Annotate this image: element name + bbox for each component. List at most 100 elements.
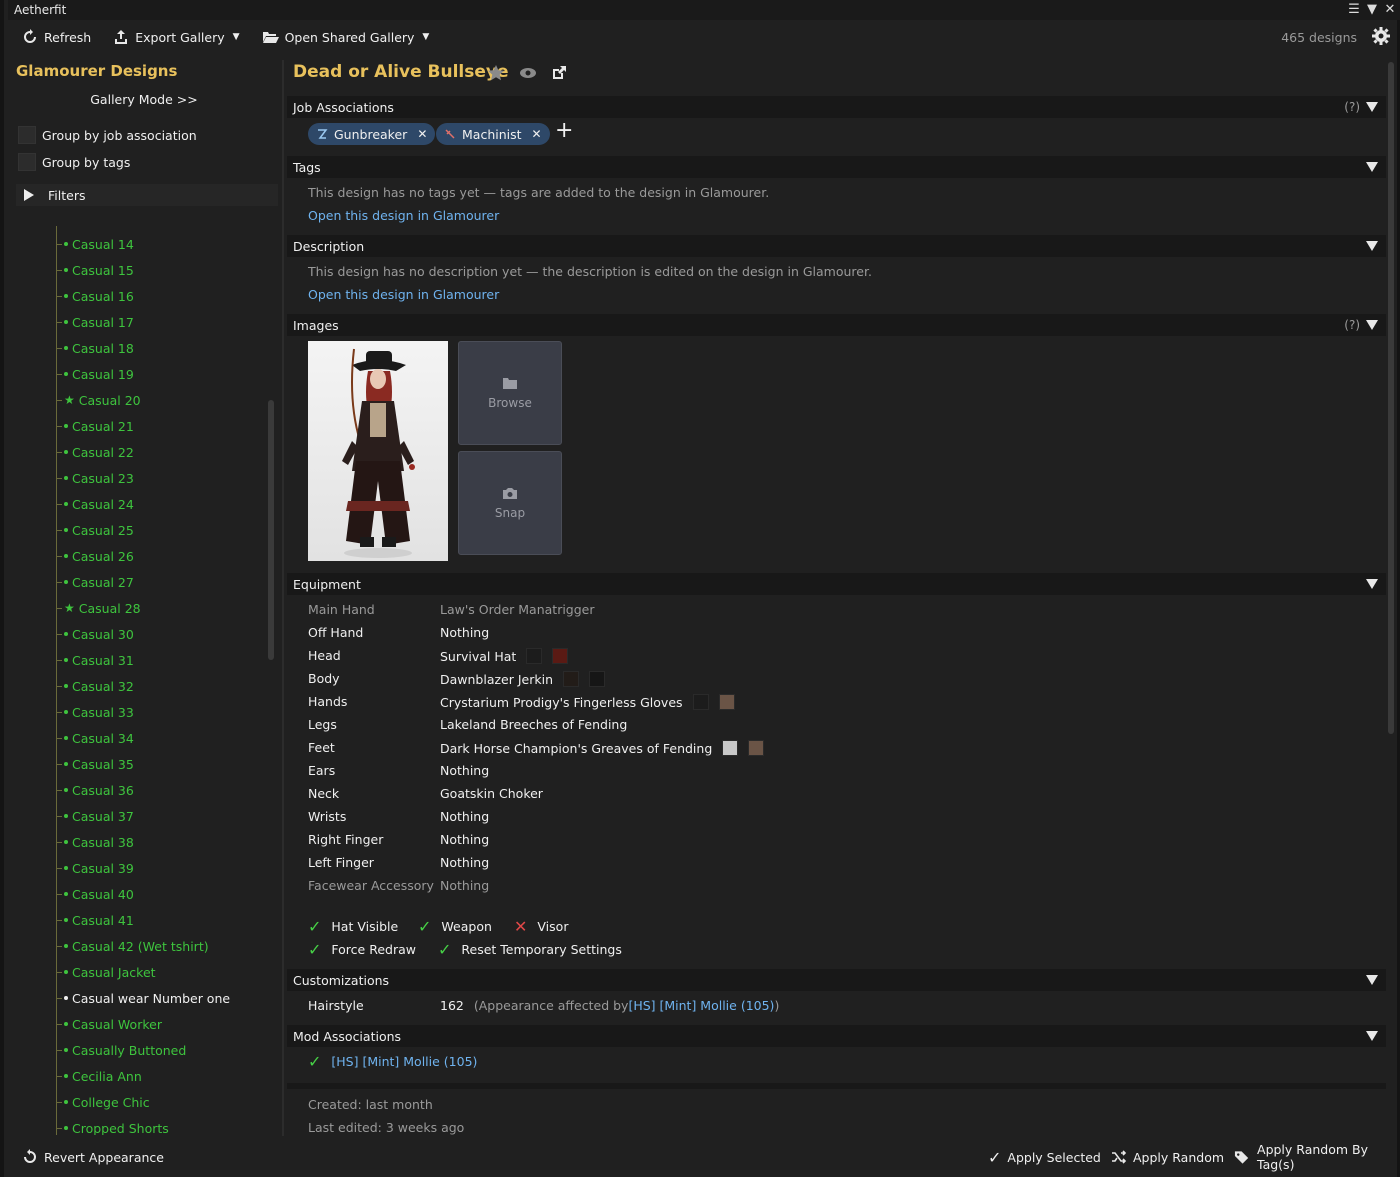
tree-item[interactable]: College Chic <box>56 1092 150 1112</box>
revert-appearance-button[interactable]: Revert Appearance <box>22 1149 164 1165</box>
tree-item[interactable]: Casual 33 <box>56 702 134 722</box>
tree-item[interactable]: Casual 31 <box>56 650 134 670</box>
tree-item[interactable]: Casual 42 (Wet tshirt) <box>56 936 209 956</box>
close-icon[interactable]: ✕ <box>1383 2 1397 17</box>
tree-item[interactable]: Casual 24 <box>56 494 134 514</box>
equipment-item[interactable]: Survival Hat <box>440 648 569 664</box>
tree-item[interactable]: Casual 15 <box>56 260 134 280</box>
tree-item[interactable]: Casual 30 <box>56 624 134 644</box>
remove-icon[interactable]: ✕ <box>532 127 542 141</box>
sidebar-scrollbar[interactable] <box>268 400 274 660</box>
job-chip-machinist[interactable]: Machinist ✕ <box>436 123 550 145</box>
tree-item[interactable]: Casual 39 <box>56 858 134 878</box>
tree-item[interactable]: Casual 37 <box>56 806 134 826</box>
job-associations-header[interactable]: Job Associations (?) <box>287 96 1386 118</box>
design-image-thumbnail[interactable] <box>308 341 448 561</box>
equipment-item[interactable]: Crystarium Prodigy's Fingerless Gloves <box>440 694 735 710</box>
description-header[interactable]: Description <box>287 235 1386 257</box>
tree-item[interactable]: Casual 17 <box>56 312 134 332</box>
tree-item[interactable]: Casual 38 <box>56 832 134 852</box>
tree-item[interactable]: Casual 18 <box>56 338 134 358</box>
equipment-item[interactable]: Nothing <box>440 763 489 778</box>
dye-swatch[interactable] <box>526 648 543 664</box>
apply-random-button[interactable]: Apply Random <box>1111 1150 1224 1165</box>
open-in-glamourer-link[interactable]: Open this design in Glamourer <box>308 287 499 302</box>
tree-item[interactable]: Casual 40 <box>56 884 134 904</box>
reset-temp-settings-toggle[interactable]: ✓ Reset Temporary Settings <box>438 940 622 959</box>
tree-item[interactable]: Casual 21 <box>56 416 134 436</box>
remove-icon[interactable]: ✕ <box>417 127 427 141</box>
group-by-tags-checkbox[interactable] <box>18 153 36 171</box>
hat-visible-toggle[interactable]: ✓ Hat Visible <box>308 917 398 936</box>
apply-selected-button[interactable]: ✓ Apply Selected <box>988 1148 1101 1167</box>
tree-item[interactable]: Casual Worker <box>56 1014 162 1034</box>
collapse-icon[interactable]: ▼ <box>1365 2 1379 17</box>
additional-section-header[interactable] <box>287 1083 1386 1089</box>
equipment-item[interactable]: Nothing <box>440 809 489 824</box>
tree-item[interactable]: Casual 16 <box>56 286 134 306</box>
snap-image-button[interactable]: Snap <box>458 451 562 555</box>
tags-header[interactable]: Tags <box>287 156 1386 178</box>
mod-association-item[interactable]: ✓ [HS] [Mint] Mollie (105) <box>308 1052 477 1071</box>
filters-header[interactable]: Filters <box>16 184 278 206</box>
tree-item[interactable]: Cropped Shorts <box>56 1118 169 1135</box>
equipment-item[interactable]: Lakeland Breeches of Fending <box>440 717 627 732</box>
tree-item[interactable]: Casual wear Number one <box>56 988 230 1008</box>
tree-item[interactable]: Casual 23 <box>56 468 134 488</box>
eye-icon[interactable] <box>519 67 537 79</box>
group-by-job-checkbox[interactable] <box>18 126 36 144</box>
tree-item[interactable]: Casual 35 <box>56 754 134 774</box>
menu-icon[interactable]: ☰ <box>1347 2 1361 17</box>
dye-swatch[interactable] <box>563 671 580 687</box>
mod-link[interactable]: [HS] [Mint] Mollie (105) <box>331 1054 477 1069</box>
equipment-item[interactable]: Law's Order Manatrigger <box>440 602 595 617</box>
customizations-header[interactable]: Customizations <box>287 969 1386 991</box>
tree-item[interactable]: Casual 26 <box>56 546 134 566</box>
add-job-button[interactable]: + <box>555 120 573 142</box>
tree-item[interactable]: Casual 19 <box>56 364 134 384</box>
open-shared-gallery-button[interactable]: Open Shared Gallery ▼ <box>262 24 429 50</box>
tree-item[interactable]: Casual 32 <box>56 676 134 696</box>
equipment-item[interactable]: Dawnblazer Jerkin <box>440 671 606 687</box>
equipment-item[interactable]: Nothing <box>440 625 489 640</box>
equipment-item[interactable]: Nothing <box>440 832 489 847</box>
group-by-tags-toggle[interactable]: Group by tags <box>18 153 130 171</box>
tree-item[interactable]: Casual Jacket <box>56 962 156 982</box>
detail-scrollbar[interactable] <box>1388 62 1394 734</box>
tree-item[interactable]: Casual 41 <box>56 910 134 930</box>
dye-swatch[interactable] <box>722 740 739 756</box>
dye-swatch[interactable] <box>589 671 606 687</box>
equipment-header[interactable]: Equipment <box>287 573 1386 595</box>
export-gallery-button[interactable]: Export Gallery ▼ <box>113 24 240 50</box>
visor-toggle[interactable]: ✕ Visor <box>514 917 568 936</box>
dye-swatch[interactable] <box>692 694 709 710</box>
affecting-mod-link[interactable]: [HS] [Mint] Mollie (105) <box>628 998 774 1013</box>
browse-image-button[interactable]: Browse <box>458 341 562 445</box>
group-by-job-toggle[interactable]: Group by job association <box>18 126 197 144</box>
tree-item[interactable]: Cecilia Ann <box>56 1066 142 1086</box>
dye-swatch[interactable] <box>552 648 569 664</box>
images-header[interactable]: Images (?) <box>287 314 1386 336</box>
equipment-item[interactable]: Nothing <box>440 855 489 870</box>
tree-item[interactable]: Casual 25 <box>56 520 134 540</box>
refresh-button[interactable]: Refresh <box>22 24 91 50</box>
settings-button[interactable] <box>1371 26 1391 49</box>
mod-associations-header[interactable]: Mod Associations <box>287 1025 1386 1047</box>
tree-item[interactable]: Casual 22 <box>56 442 134 462</box>
tree-item[interactable]: ★ Casual 28 <box>56 598 141 618</box>
help-icon[interactable]: (?) <box>1344 100 1360 114</box>
dye-swatch[interactable] <box>748 740 765 756</box>
help-icon[interactable]: (?) <box>1344 318 1360 332</box>
tree-item[interactable]: Casual 36 <box>56 780 134 800</box>
dye-swatch[interactable] <box>718 694 735 710</box>
force-redraw-toggle[interactable]: ✓ Force Redraw <box>308 940 416 959</box>
weapon-toggle[interactable]: ✓ Weapon <box>418 917 492 936</box>
star-icon[interactable] <box>487 64 505 82</box>
tree-item[interactable]: Casual 27 <box>56 572 134 592</box>
tree-item[interactable]: Casual 14 <box>56 234 134 254</box>
equipment-item[interactable]: Dark Horse Champion's Greaves of Fending <box>440 740 765 756</box>
equipment-item[interactable]: Goatskin Choker <box>440 786 543 801</box>
open-in-glamourer-link[interactable]: Open this design in Glamourer <box>308 208 499 223</box>
tree-item[interactable]: Casual 34 <box>56 728 134 748</box>
external-link-icon[interactable] <box>551 65 567 81</box>
